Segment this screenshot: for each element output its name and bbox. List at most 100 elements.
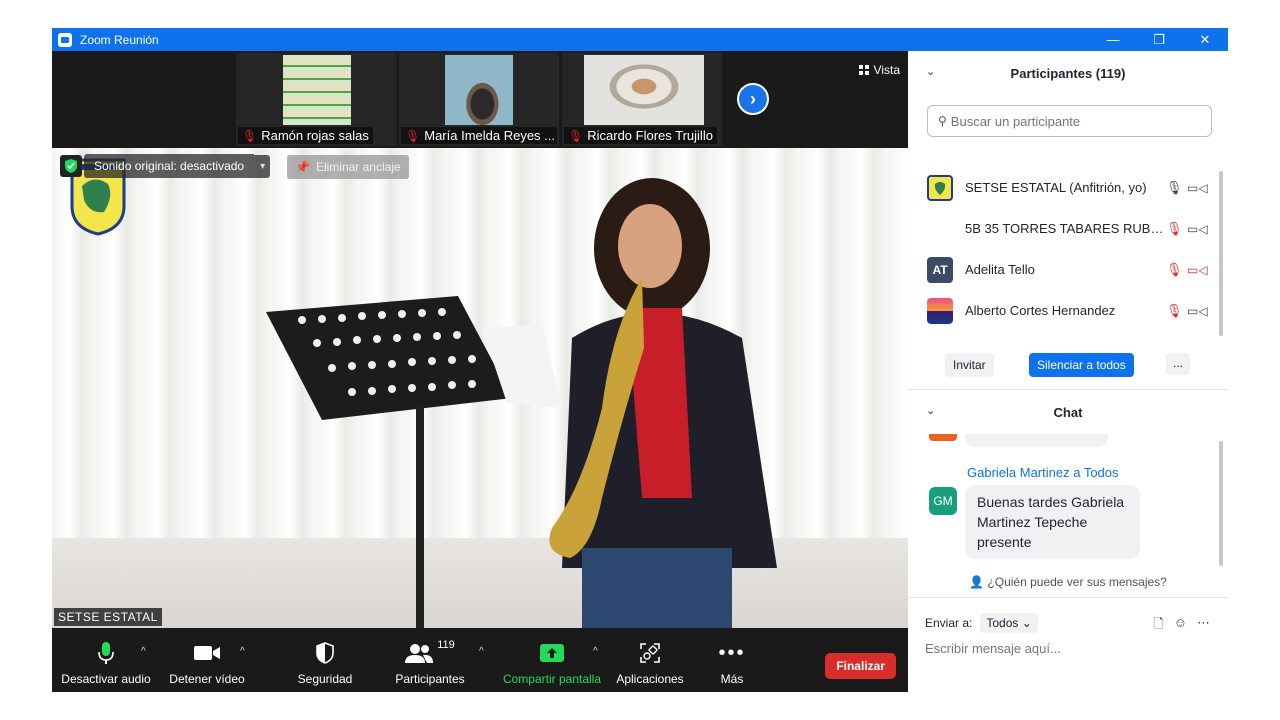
original-sound-control[interactable]: Sonido original: desactivado ▾ [60,153,271,179]
close-button[interactable]: ✕ [1182,28,1228,51]
setse-avatar-icon [927,174,953,201]
video-off-icon[interactable]: ▭◁ [1187,263,1208,277]
participant-search-input[interactable]: ⚲ Buscar un participante [927,105,1212,137]
participant-row[interactable]: 5B 35 TORRES TABARES RUBEN ... 🎙 ▭◁ [908,208,1218,249]
chevron-down-icon[interactable]: ⌄ [926,65,935,78]
chat-message-input[interactable]: Escribir mensaje aquí... [925,641,1061,656]
muted-mic-icon[interactable]: 🎙 [1166,221,1183,237]
participants-icon: 119 [405,638,455,668]
chat-header: ⌄ Chat [908,390,1228,434]
grid-icon [858,65,869,75]
participants-title: Participantes (119) [1010,65,1126,81]
unpin-button[interactable]: 📌 Eliminar anclaje [287,155,409,179]
participant-name: SETSE ESTATAL (Anfitrión, yo) [965,180,1147,195]
participant-thumbnail[interactable]: 🎙 Ramón rojas salas [236,53,396,146]
who-can-see-link[interactable]: 👤 ¿Quién puede ver sus mensajes? [908,575,1228,589]
video-camera-icon[interactable]: ▭◁ [1187,222,1208,236]
title-bar: Zoom Reunión — ❐ ✕ [52,28,1228,51]
avatar: GM [929,487,957,515]
mute-all-button[interactable]: Silenciar a todos [1029,353,1134,377]
microphone-icon[interactable]: 🎙 [1166,180,1183,196]
share-screen-label: Compartir pantalla [502,672,602,686]
end-meeting-button[interactable]: Finalizar [825,653,896,679]
side-panel: ⌄ Participantes (119) ⚲ Buscar un partic… [908,51,1228,692]
avatar: AT [927,256,953,283]
participants-button[interactable]: 119 Participantes [390,628,470,692]
send-to-row: Enviar a: Todos ⌄ 🗋 ☺ ⋯ [925,611,1220,635]
participant-row[interactable]: Alberto Cortes Hernandez 🎙 ▭◁ [908,290,1218,331]
minimize-button[interactable]: — [1090,28,1136,51]
participant-name: Adelita Tello [965,262,1035,277]
apps-button[interactable]: Aplicaciones [612,628,688,692]
video-camera-icon[interactable]: ▭◁ [1187,181,1208,195]
participant-row[interactable]: SETSE ESTATAL (Anfitrión, yo) 🎙 ▭◁ [908,167,1218,208]
send-to-dropdown[interactable]: Todos ⌄ [980,613,1038,633]
emoji-icon[interactable]: ☺ [1174,615,1187,637]
participants-options-caret-icon[interactable]: ^ [479,646,484,657]
stop-video-button[interactable]: Detener vídeo [164,628,250,692]
view-button[interactable]: Vista [858,63,900,77]
chat-sender[interactable]: Gabriela Martinez a Todos [967,465,1119,480]
audio-options-caret-icon[interactable]: ^ [141,646,146,657]
chevron-down-icon[interactable]: ⌄ [926,404,935,417]
next-page-arrow-icon[interactable]: › [737,83,769,115]
security-label: Seguridad [297,672,353,686]
invite-button[interactable]: Invitar [945,353,994,377]
chat-tools: 🗋 ☺ ⋯ [1153,615,1210,637]
user-lock-icon: 👤 [969,575,985,589]
search-icon: ⚲ [938,114,947,128]
muted-mic-icon: 🎙 [568,128,584,143]
apps-icon [640,638,660,668]
avatar [927,297,953,324]
thumbnail-video [445,55,513,125]
participants-count: 119 [437,639,455,651]
view-button-label: Vista [873,63,900,77]
avatar [929,434,957,441]
window-title: Zoom Reunión [80,32,159,47]
send-to-value: Todos [986,616,1019,630]
chevron-down-icon: ⌄ [1021,616,1032,630]
chevron-down-icon[interactable]: ▾ [254,154,271,178]
shield-check-icon [60,155,82,177]
muted-mic-icon[interactable]: 🎙 [1166,303,1183,319]
meeting-toolbar: Desactivar audio ^ Detener vídeo ^ Segur… [52,628,908,692]
restore-button[interactable]: ❐ [1136,28,1182,51]
video-area: 🎙 Ramón rojas salas 🎙 María Imelda Reyes .… [52,51,908,628]
security-button[interactable]: Seguridad [290,628,360,692]
original-sound-label[interactable]: Sonido original: desactivado [84,154,255,178]
stop-video-label: Detener vídeo [169,672,245,686]
thumbnail-name: María Imelda Reyes ... [424,128,556,143]
chat-scrollbar[interactable] [1219,441,1223,566]
share-options-caret-icon[interactable]: ^ [593,646,598,657]
divider [908,597,1228,598]
file-icon[interactable]: 🗋 [1153,615,1163,637]
zoom-app-icon [58,32,72,47]
participants-scrollbar[interactable] [1219,171,1223,336]
participant-thumbnail[interactable]: 🎙 Ricardo Flores Trujillo [562,53,722,146]
video-camera-icon[interactable]: ▭◁ [1187,304,1208,318]
video-options-caret-icon[interactable]: ^ [240,646,245,657]
participant-row[interactable]: AT Adelita Tello 🎙 ▭◁ [908,249,1218,290]
thumbnail-name: Ricardo Flores Trujillo [587,128,713,143]
saxophonist-video [549,178,777,628]
chat-message-bubble: Buenas tardes Gabriela Martinez Tepeche … [965,485,1140,559]
window-controls: — ❐ ✕ [1090,28,1228,51]
thumbnail-video [283,55,351,125]
muted-mic-icon[interactable]: 🎙 [1166,262,1183,278]
participants-header: ⌄ Participantes (119) [908,51,1228,95]
share-screen-button[interactable]: Compartir pantalla [500,628,604,692]
send-to-label: Enviar a: [925,616,973,630]
speaker-name-label: SETSE ESTATAL [54,608,162,626]
participant-thumbnail[interactable]: 🎙 María Imelda Reyes ... [399,53,559,146]
thumbnail-name: Ramón rojas salas [261,128,369,143]
thumbnail-video [584,55,704,125]
chat-message-bubble [965,434,1108,447]
mute-audio-button[interactable]: Desactivar audio [60,628,152,692]
more-button[interactable]: ••• Más [708,628,756,692]
chat-title: Chat [1053,404,1083,420]
muted-mic-icon: 🎙 [405,128,421,143]
more-label: Más [720,672,744,686]
participants-more-button[interactable]: ... [1166,353,1190,375]
more-dots-icon[interactable]: ⋯ [1197,615,1210,637]
search-placeholder: Buscar un participante [950,113,1081,129]
